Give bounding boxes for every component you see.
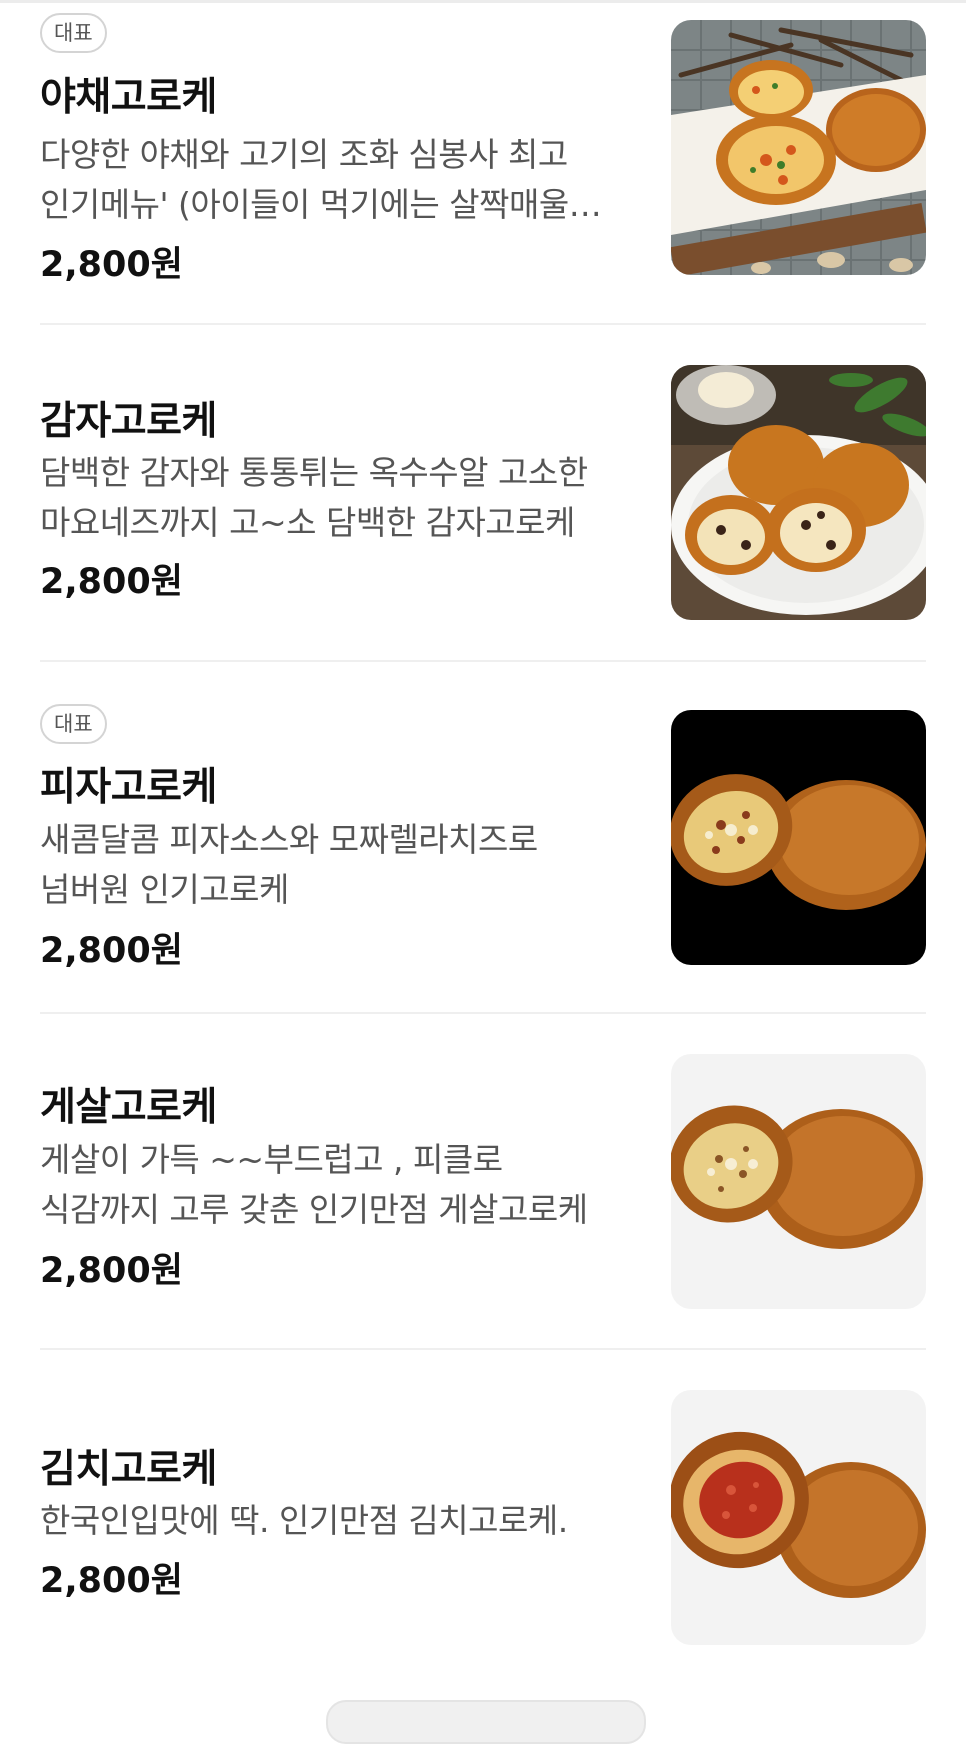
signature-badge: 대표 (40, 13, 107, 53)
menu-item-price: 2,800원 (40, 562, 183, 602)
menu-item-name: 피자고로케 (40, 765, 217, 810)
menu-item-name: 김치고로케 (40, 1447, 217, 1492)
item-divider (40, 1348, 926, 1350)
item-divider (40, 660, 926, 662)
menu-item-description: 새콤달콤 피자소스와 모짜렐라치즈로 넘버원 인기고로케 (40, 820, 538, 909)
signature-badge: 대표 (40, 704, 107, 744)
menu-item-price: 2,800원 (40, 1251, 183, 1291)
menu-item-photo[interactable] (671, 365, 926, 620)
bottom-floating-bar[interactable] (326, 1700, 646, 1744)
menu-item-name: 게살고로케 (40, 1085, 217, 1130)
croquette-photo-icon (671, 1054, 926, 1309)
menu-item-vegetable-croquette[interactable]: 대표 야채고로케 다양한 야채와 고기의 조화 심봉사 최고 인기메뉴' (아이… (40, 0, 926, 300)
menu-item-description: 게살이 가득 ~~부드럽고 , 피클로 식감까지 고루 갖춘 인기만점 게살고로… (40, 1140, 588, 1229)
croquette-photo-icon (671, 1390, 926, 1645)
item-divider (40, 1012, 926, 1014)
item-divider (40, 323, 926, 325)
menu-item-price: 2,800원 (40, 245, 183, 285)
menu-item-photo[interactable] (671, 1054, 926, 1309)
croquette-photo-icon (671, 710, 926, 965)
croquette-photo-icon (671, 365, 926, 620)
menu-item-price: 2,800원 (40, 931, 183, 971)
menu-item-pizza-croquette[interactable]: 대표 피자고로케 새콤달콤 피자소스와 모짜렐라치즈로 넘버원 인기고로케 2,… (40, 682, 926, 1002)
menu-item-name: 감자고로케 (40, 399, 217, 444)
menu-item-photo[interactable] (671, 710, 926, 965)
menu-item-crab-croquette[interactable]: 게살고로케 게살이 가득 ~~부드럽고 , 피클로 식감까지 고루 갖춘 인기만… (40, 1034, 926, 1354)
menu-item-description: 담백한 감자와 통통튀는 옥수수알 고소한 마요네즈까지 고~소 담백한 감자고… (40, 453, 588, 542)
croquette-photo-icon (671, 20, 926, 275)
menu-item-kimchi-croquette[interactable]: 김치고로케 한국인입맛에 딱. 인기만점 김치고로케. 2,800원 (40, 1370, 926, 1690)
menu-item-photo[interactable] (671, 1390, 926, 1645)
menu-item-photo[interactable] (671, 20, 926, 275)
menu-item-description: 다양한 야채와 고기의 조화 심봉사 최고 인기메뉴' (아이들이 먹기에는 살… (40, 135, 599, 224)
menu-item-price: 2,800원 (40, 1561, 183, 1601)
menu-item-description: 한국인입맛에 딱. 인기만점 김치고로케. (40, 1501, 568, 1540)
menu-item-potato-croquette[interactable]: 감자고로케 담백한 감자와 통통튀는 옥수수알 고소한 마요네즈까지 고~소 담… (40, 345, 926, 645)
menu-item-name: 야채고로케 (40, 75, 217, 120)
